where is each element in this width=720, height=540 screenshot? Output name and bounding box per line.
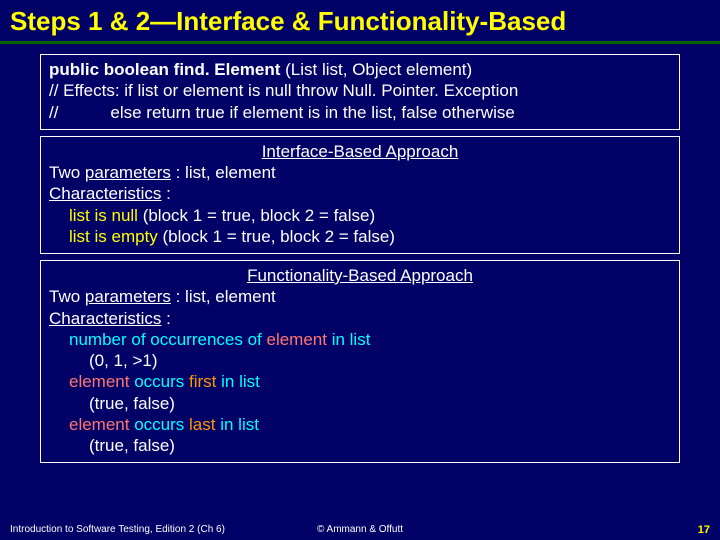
last-inlist: in list (215, 415, 258, 434)
fparams-underline: parameters (85, 287, 171, 306)
fchars-colon: : (161, 309, 170, 328)
params-underline: parameters (85, 163, 171, 182)
func-char-1-values: (0, 1, >1) (49, 350, 671, 371)
fparams-list: : list, element (171, 287, 276, 306)
first-occurs: occurs (129, 372, 189, 391)
char-list-null: list is null (69, 206, 138, 225)
code-line-1: public boolean find. Element (List list,… (49, 59, 671, 80)
functionality-characteristics: Characteristics : (49, 308, 671, 329)
params-two: Two (49, 163, 85, 182)
interface-approach-box: Interface-Based Approach Two parameters … (40, 136, 680, 254)
code-box: public boolean find. Element (List list,… (40, 54, 680, 130)
occurrences-inlist: in list (327, 330, 370, 349)
interface-char-1: list is null (block 1 = true, block 2 = … (49, 205, 671, 226)
chars-underline: Characteristics (49, 184, 161, 203)
occurrences-element: element (266, 330, 326, 349)
code-line-2: // Effects: if list or element is null t… (49, 80, 671, 101)
interface-characteristics: Characteristics : (49, 183, 671, 204)
functionality-heading: Functionality-Based Approach (49, 265, 671, 286)
char-list-empty: list is empty (69, 227, 158, 246)
last-element: element (69, 415, 129, 434)
chars-colon: : (161, 184, 170, 203)
params-list: : list, element (171, 163, 276, 182)
interface-heading: Interface-Based Approach (49, 141, 671, 162)
interface-params: Two parameters : list, element (49, 162, 671, 183)
func-char-3: element occurs last in list (49, 414, 671, 435)
first-highlight: first (189, 372, 216, 391)
occurrences-text: number of occurrences of (69, 330, 266, 349)
func-char-2: element occurs first in list (49, 371, 671, 392)
code-signature-params: (List list, Object element) (280, 60, 472, 79)
page-number: 17 (698, 524, 710, 536)
last-highlight: last (189, 415, 215, 434)
fparams-two: Two (49, 287, 85, 306)
func-char-3-values: (true, false) (49, 435, 671, 456)
functionality-approach-box: Functionality-Based Approach Two paramet… (40, 260, 680, 463)
first-inlist: in list (216, 372, 259, 391)
functionality-params: Two parameters : list, element (49, 286, 671, 307)
interface-char-2: list is empty (block 1 = true, block 2 =… (49, 226, 671, 247)
code-signature-bold: public boolean find. Element (49, 60, 280, 79)
footer-left: Introduction to Software Testing, Editio… (10, 524, 225, 536)
slide-footer: Introduction to Software Testing, Editio… (0, 524, 720, 536)
first-element: element (69, 372, 129, 391)
func-char-2-values: (true, false) (49, 393, 671, 414)
fchars-underline: Characteristics (49, 309, 161, 328)
last-occurs: occurs (129, 415, 189, 434)
char-list-empty-blocks: (block 1 = true, block 2 = false) (158, 227, 395, 246)
footer-center: © Ammann & Offutt (317, 524, 403, 535)
slide-title: Steps 1 & 2—Interface & Functionality-Ba… (0, 0, 720, 44)
char-list-null-blocks: (block 1 = true, block 2 = false) (138, 206, 375, 225)
code-line-3: // else return true if element is in the… (49, 102, 671, 123)
func-char-1: number of occurrences of element in list (49, 329, 671, 350)
